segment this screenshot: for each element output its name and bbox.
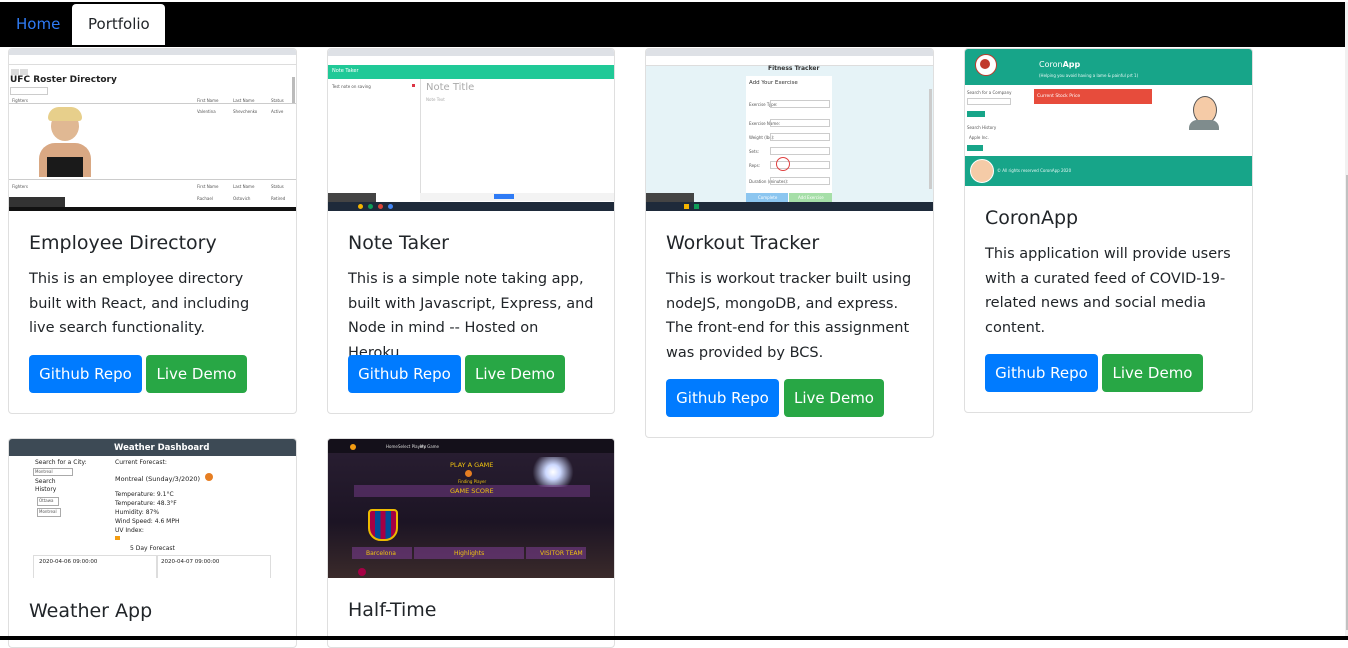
project-card-half-time: Home Select Players My Game PLAY A GAME … [327, 438, 615, 648]
project-title: Weather App [29, 600, 153, 622]
project-title: Employee Directory [29, 232, 217, 254]
project-card-coronapp: CoronApp (Helping you avoid having a lam… [964, 48, 1253, 413]
project-thumbnail[interactable]: UFC Roster Directory Fighters First Name… [9, 49, 296, 211]
github-repo-button[interactable]: Github Repo [985, 354, 1098, 392]
live-demo-button[interactable]: Live Demo [784, 379, 884, 417]
project-description: This application will provide users with… [985, 246, 1231, 336]
project-title: Workout Tracker [666, 232, 820, 254]
project-thumbnail[interactable]: Weather Dashboard Search for a City: Mon… [9, 439, 296, 578]
live-demo-button[interactable]: Live Demo [1102, 354, 1203, 392]
project-description: This is an employee directory built with… [29, 271, 250, 336]
github-repo-button[interactable]: Github Repo [348, 355, 461, 393]
project-card-note-taker: Note Taker Test note on saving Note Titl… [327, 48, 615, 414]
project-description: This is workout tracker built using node… [666, 271, 912, 361]
project-title: Half-Time [348, 599, 437, 621]
project-thumbnail[interactable]: Fitness Tracker Add Your Exercise Exerci… [646, 49, 933, 211]
project-description: This is a simple note taking app, built … [348, 271, 594, 361]
github-repo-button[interactable]: Github Repo [29, 355, 142, 393]
project-thumbnail[interactable]: Note Taker Test note on saving Note Titl… [328, 49, 614, 211]
project-title: CoronApp [985, 207, 1079, 229]
fighter-photo [39, 107, 91, 177]
project-card-weather-app: Weather Dashboard Search for a City: Mon… [8, 438, 297, 648]
live-demo-button[interactable]: Live Demo [146, 355, 247, 393]
nav-portfolio-tab[interactable]: Portfolio [72, 4, 165, 45]
window-bottom-edge [0, 636, 1348, 640]
thumb-heading: UFC Roster Directory [10, 75, 117, 85]
project-card-employee-directory: UFC Roster Directory Fighters First Name… [8, 48, 297, 414]
project-thumbnail[interactable]: Home Select Players My Game PLAY A GAME … [328, 439, 614, 578]
project-card-workout-tracker: Fitness Tracker Add Your Exercise Exerci… [645, 48, 934, 438]
nav-home-link[interactable]: Home [0, 4, 71, 45]
github-repo-button[interactable]: Github Repo [666, 379, 779, 417]
fc-barcelona-crest [368, 509, 398, 541]
live-demo-button[interactable]: Live Demo [465, 355, 565, 393]
project-title: Note Taker [348, 232, 449, 254]
navbar: Home Portfolio [0, 2, 1345, 47]
project-thumbnail[interactable]: CoronApp (Helping you avoid having a lam… [965, 49, 1252, 186]
